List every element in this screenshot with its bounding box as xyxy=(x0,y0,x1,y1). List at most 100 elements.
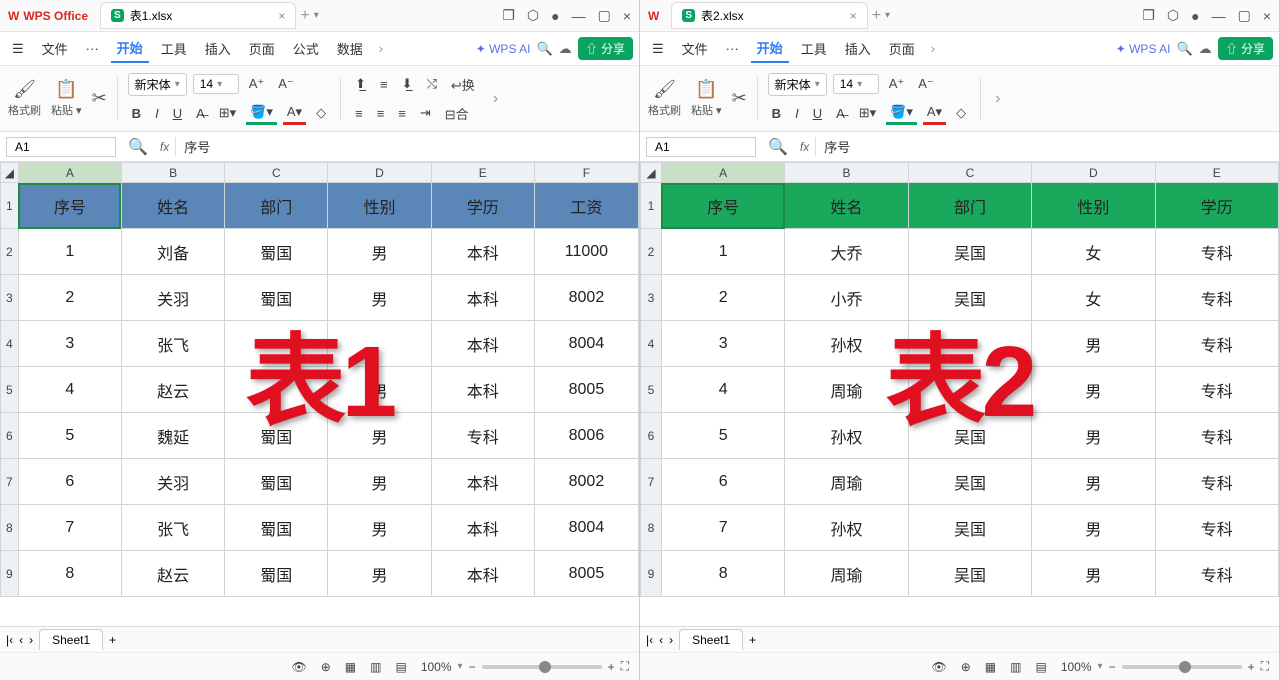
add-sheet-button[interactable]: + xyxy=(749,633,756,647)
data-cell[interactable]: 本科 xyxy=(431,459,534,505)
close-icon[interactable]: × xyxy=(1263,8,1271,24)
file-tab[interactable]: S 表1.xlsx × xyxy=(100,2,296,29)
row-header[interactable]: 7 xyxy=(641,459,662,505)
font-select[interactable]: 新宋体▾ xyxy=(128,73,187,96)
row-header[interactable]: 8 xyxy=(641,505,662,551)
clear-format-button[interactable]: ◇ xyxy=(952,103,970,123)
data-cell[interactable]: 男 xyxy=(1032,413,1155,459)
search-icon[interactable]: 🔍 xyxy=(536,41,552,57)
data-cell[interactable]: 刘备 xyxy=(121,229,224,275)
indent-icon[interactable]: ⇥ xyxy=(416,103,435,123)
data-cell[interactable]: 女 xyxy=(1032,275,1155,321)
new-tab-button[interactable]: + xyxy=(296,7,313,25)
row-header[interactable]: 7 xyxy=(1,459,19,505)
data-cell[interactable]: 男 xyxy=(1032,551,1155,597)
data-cell[interactable]: 赵云 xyxy=(121,367,224,413)
data-cell[interactable]: 蜀国 xyxy=(225,229,328,275)
data-cell[interactable]: 本科 xyxy=(431,367,534,413)
data-cell[interactable]: 专科 xyxy=(1155,229,1278,275)
data-cell[interactable]: 3 xyxy=(661,321,784,367)
data-cell[interactable]: 11000 xyxy=(534,229,638,275)
data-cell[interactable]: 赵云 xyxy=(121,551,224,597)
data-cell[interactable]: 蜀国 xyxy=(225,551,328,597)
data-cell[interactable]: 4 xyxy=(661,367,784,413)
col-header[interactable]: B xyxy=(121,163,224,183)
data-cell[interactable]: 蜀国 xyxy=(225,459,328,505)
cloud-icon[interactable]: ☁ xyxy=(559,41,572,57)
italic-button[interactable]: I xyxy=(791,104,803,123)
row-header[interactable]: 9 xyxy=(1,551,19,597)
close-tab-icon[interactable]: × xyxy=(278,9,285,23)
data-cell[interactable]: 本科 xyxy=(431,505,534,551)
focus-icon[interactable]: ⊕ xyxy=(961,660,971,674)
zoom-out-icon[interactable]: − xyxy=(469,660,476,674)
font-grow-icon[interactable]: A⁺ xyxy=(245,74,269,94)
corner-cell[interactable]: ◢ xyxy=(1,163,19,183)
header-cell[interactable]: 学历 xyxy=(431,183,534,229)
row-header[interactable]: 5 xyxy=(1,367,19,413)
data-cell[interactable]: 专科 xyxy=(431,413,534,459)
sheet-first-icon[interactable]: |‹ xyxy=(6,633,13,647)
data-cell[interactable] xyxy=(908,367,1031,413)
row-header[interactable]: 2 xyxy=(641,229,662,275)
data-cell[interactable]: 专科 xyxy=(1155,321,1278,367)
row-header[interactable]: 1 xyxy=(641,183,662,229)
row-header[interactable]: 6 xyxy=(641,413,662,459)
menu-file[interactable]: 文件 xyxy=(676,35,714,62)
bold-button[interactable]: B xyxy=(128,104,145,123)
data-cell[interactable]: 专科 xyxy=(1155,505,1278,551)
data-cell[interactable]: 8002 xyxy=(534,459,638,505)
sheet-prev-icon[interactable]: ‹ xyxy=(19,633,23,647)
menu-more[interactable]: ··· xyxy=(720,37,745,60)
data-cell[interactable]: 6 xyxy=(18,459,121,505)
font-shrink-icon[interactable]: A⁻ xyxy=(914,74,938,94)
menu-data[interactable]: 数据 xyxy=(331,35,369,62)
col-header[interactable]: A xyxy=(661,163,784,183)
row-header[interactable]: 4 xyxy=(641,321,662,367)
header-cell[interactable]: 部门 xyxy=(908,183,1031,229)
menu-file[interactable]: 文件 xyxy=(36,35,74,62)
search-icon[interactable]: 🔍 xyxy=(1176,41,1192,57)
window-copy-icon[interactable]: ❐ xyxy=(1142,7,1155,24)
data-cell[interactable]: 本科 xyxy=(431,275,534,321)
zoom-out-icon[interactable]: − xyxy=(1109,660,1116,674)
data-cell[interactable]: 专科 xyxy=(1155,275,1278,321)
bold-button[interactable]: B xyxy=(768,104,785,123)
sheet-next-icon[interactable]: › xyxy=(29,633,33,647)
data-cell[interactable]: 蜀国 xyxy=(225,275,328,321)
fx-label[interactable]: fx xyxy=(800,140,809,154)
avatar-icon[interactable]: ● xyxy=(1191,8,1199,24)
data-cell[interactable]: 7 xyxy=(18,505,121,551)
zoom-cell-icon[interactable]: 🔍 xyxy=(128,137,148,157)
data-cell[interactable] xyxy=(908,321,1031,367)
view-normal-icon[interactable]: ▦ xyxy=(345,660,356,674)
data-cell[interactable]: 专科 xyxy=(1155,551,1278,597)
zoom-cell-icon[interactable]: 🔍 xyxy=(768,137,788,157)
menu-page[interactable]: 页面 xyxy=(243,35,281,62)
data-cell[interactable]: 蜀国 xyxy=(225,413,328,459)
align-left-icon[interactable]: ≡ xyxy=(351,104,367,123)
paste-button[interactable]: 📋粘贴 ▾ xyxy=(691,79,722,118)
eye-icon[interactable]: 👁 xyxy=(932,660,947,674)
menu-insert[interactable]: 插入 xyxy=(839,35,877,62)
data-cell[interactable]: 男 xyxy=(328,229,431,275)
ribbon-overflow-icon[interactable]: › xyxy=(489,90,502,108)
merge-cells-icon[interactable]: ⊟合 xyxy=(441,102,473,125)
maximize-icon[interactable]: ▢ xyxy=(598,7,611,24)
data-cell[interactable]: 小乔 xyxy=(785,275,908,321)
col-header[interactable]: E xyxy=(1155,163,1278,183)
data-cell[interactable]: 吴国 xyxy=(908,459,1031,505)
fullscreen-icon[interactable]: ⛶ xyxy=(1261,659,1269,674)
fill-color-button[interactable]: 🪣▾ xyxy=(886,102,917,125)
data-cell[interactable]: 关羽 xyxy=(121,275,224,321)
row-header[interactable]: 9 xyxy=(641,551,662,597)
view-pagebreak-icon[interactable]: ▤ xyxy=(1035,660,1046,674)
data-cell[interactable]: 张飞 xyxy=(121,505,224,551)
data-cell[interactable]: 8002 xyxy=(534,275,638,321)
align-center-icon[interactable]: ≡ xyxy=(373,104,389,123)
header-cell[interactable]: 姓名 xyxy=(785,183,908,229)
data-cell[interactable]: 专科 xyxy=(1155,367,1278,413)
data-cell[interactable]: 本科 xyxy=(431,229,534,275)
fx-label[interactable]: fx xyxy=(160,140,169,154)
maximize-icon[interactable]: ▢ xyxy=(1238,7,1251,24)
